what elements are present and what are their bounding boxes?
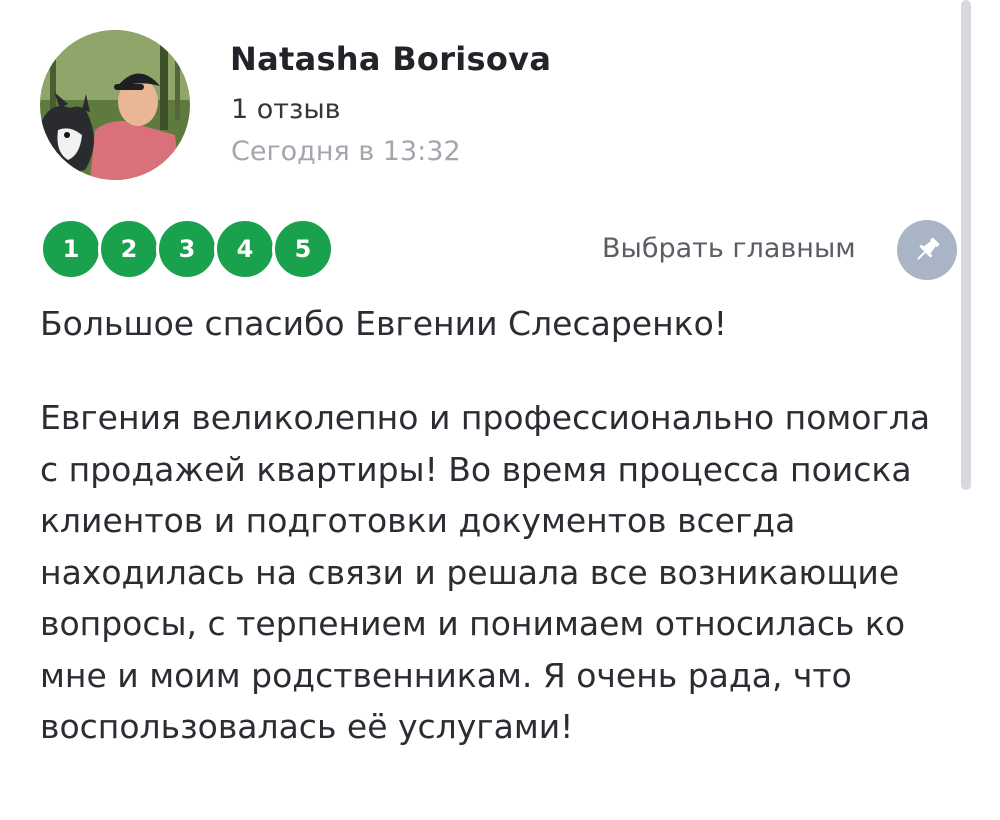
rating-point-1: 1 bbox=[40, 218, 102, 280]
pin-button[interactable] bbox=[897, 220, 957, 280]
scrollbar[interactable] bbox=[961, 0, 971, 490]
review-date: Сегодня в 13:32 bbox=[231, 136, 461, 167]
rating: 1 2 3 4 5 bbox=[40, 218, 334, 280]
review-card: Natasha Borisova 1 отзыв Сегодня в 13:32… bbox=[0, 0, 1000, 820]
avatar[interactable] bbox=[40, 30, 190, 180]
review-text: Евгения великолепно и профессионально по… bbox=[40, 398, 931, 746]
pick-main-button[interactable]: Выбрать главным bbox=[602, 233, 856, 264]
review-title: Большое спасибо Евгении Слесаренко! bbox=[40, 304, 727, 343]
pin-icon bbox=[917, 237, 940, 260]
rating-point-3: 3 bbox=[156, 218, 218, 280]
rating-point-2: 2 bbox=[98, 218, 160, 280]
author-name[interactable]: Natasha Borisova bbox=[230, 40, 551, 78]
rating-point-5: 5 bbox=[272, 218, 334, 280]
avatar-photo bbox=[40, 30, 190, 180]
review-count[interactable]: 1 отзыв bbox=[231, 94, 341, 125]
rating-point-4: 4 bbox=[214, 218, 276, 280]
